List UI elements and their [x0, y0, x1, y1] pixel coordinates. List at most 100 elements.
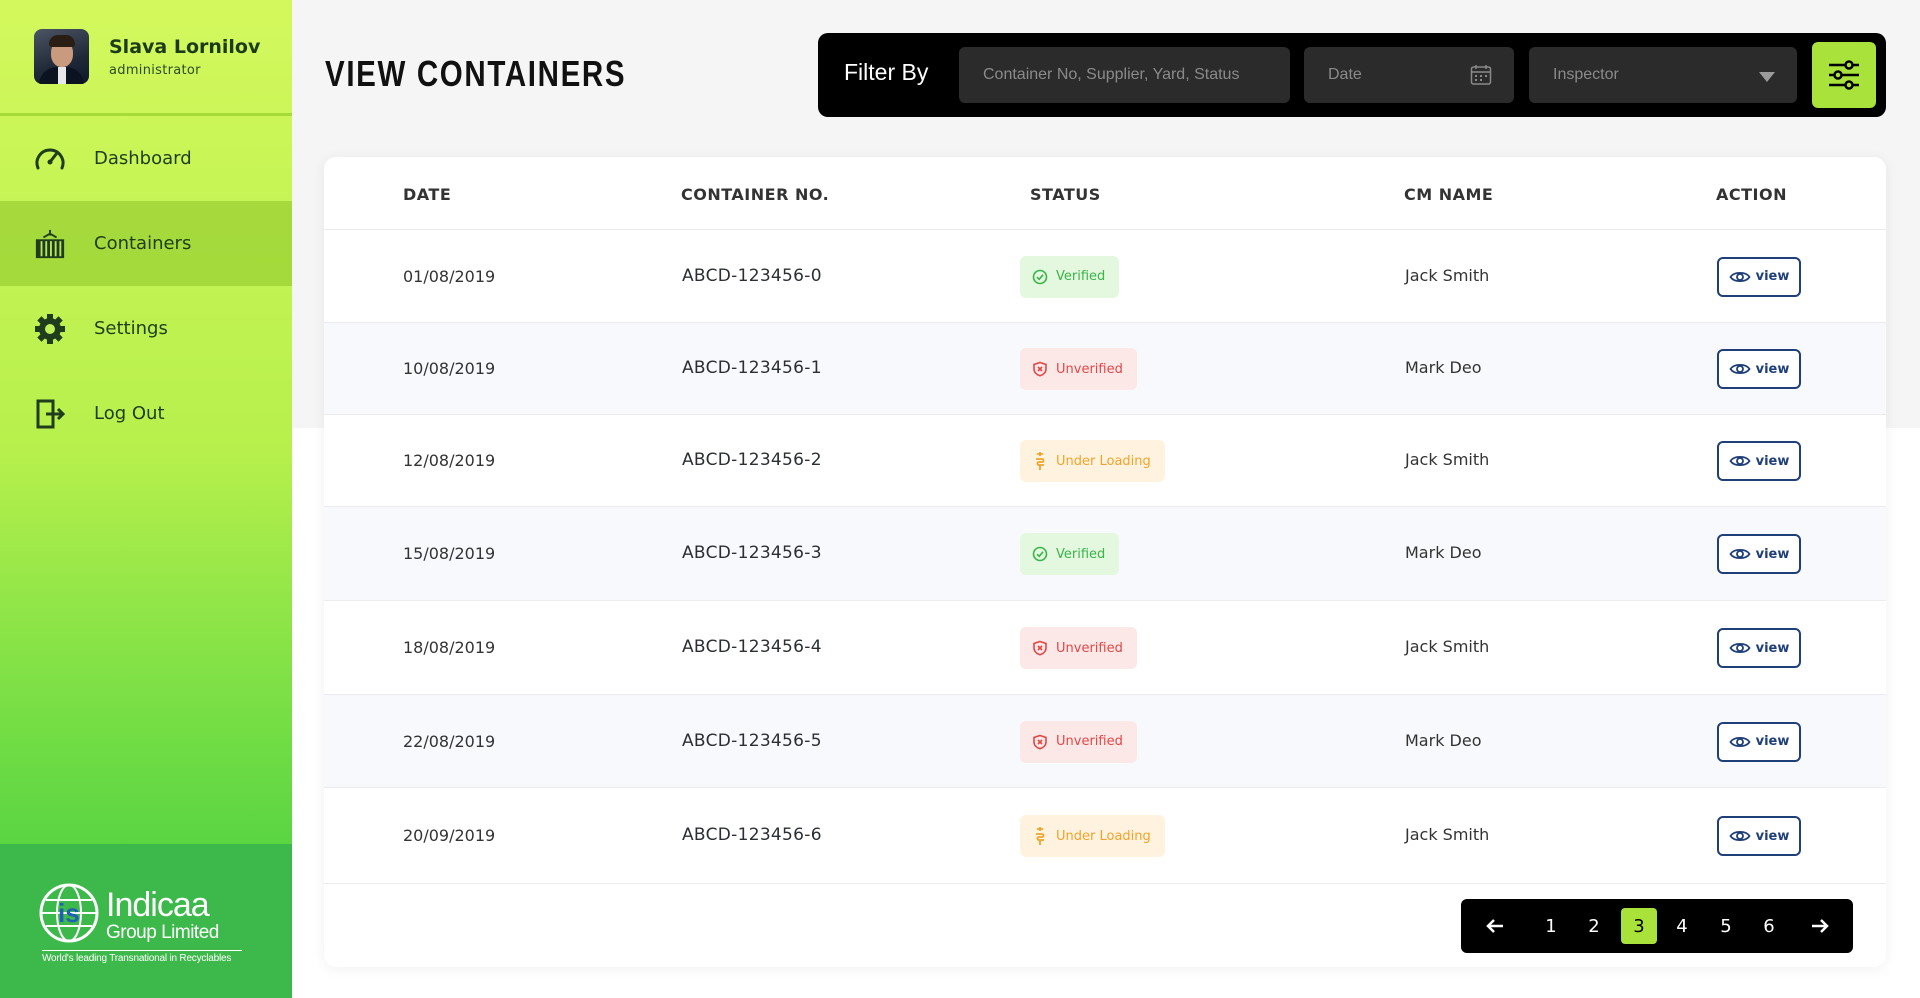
svg-text:is: is — [58, 898, 80, 928]
view-label: view — [1755, 269, 1790, 284]
view-button[interactable]: view — [1717, 534, 1801, 574]
search-input[interactable]: Container No, Supplier, Yard, Status — [959, 47, 1290, 103]
sidebar-item-label: Containers — [94, 233, 192, 254]
cell-date: 18/08/2019 — [403, 638, 496, 657]
table-row: 01/08/2019 ABCD-123456-0 Verified Jack S… — [324, 230, 1886, 323]
speedometer-icon — [34, 143, 66, 175]
cell-cm-name: Jack Smith — [1405, 265, 1490, 285]
table-row: 20/09/2019 ABCD-123456-6 Under Loading J… — [324, 788, 1886, 884]
logout-icon — [34, 398, 66, 430]
eye-icon — [1729, 270, 1751, 284]
table-row: 15/08/2019 ABCD-123456-3 Verified Mark D… — [324, 507, 1886, 601]
cell-container-no: ABCD-123456-4 — [682, 637, 822, 657]
status-badge: Verified — [1020, 533, 1120, 575]
loading-hook-icon — [1032, 451, 1048, 471]
prev-page-button[interactable] — [1477, 908, 1513, 944]
user-profile: Slava Lornilov administrator — [0, 0, 292, 116]
view-button[interactable]: view — [1717, 816, 1801, 856]
cell-container-no: ABCD-123456-0 — [682, 265, 822, 286]
table-row: 12/08/2019 ABCD-123456-2 Under Loading J… — [324, 415, 1886, 507]
view-label: view — [1755, 453, 1790, 469]
cell-cm-name: Mark Deo — [1405, 730, 1482, 750]
cell-cm-name: Jack Smith — [1405, 825, 1490, 844]
cell-date: 15/08/2019 — [403, 544, 496, 563]
view-label: view — [1755, 640, 1790, 656]
table-row: 10/08/2019 ABCD-123456-1 Unverified Mark… — [324, 323, 1886, 415]
container-icon — [34, 228, 66, 260]
sidebar-item-label: Dashboard — [94, 148, 192, 169]
column-header-status: STATUS — [1030, 185, 1101, 204]
page-button-5[interactable]: 5 — [1708, 908, 1744, 944]
page-button-4[interactable]: 4 — [1664, 908, 1700, 944]
containers-table: DATE CONTAINER NO. STATUS CM NAME ACTION… — [324, 157, 1886, 967]
page-title: VIEW CONTAINERS — [325, 53, 627, 94]
table-row: 22/08/2019 ABCD-123456-5 Unverified Mark… — [324, 695, 1886, 788]
view-label: view — [1755, 546, 1790, 562]
user-name: Slava Lornilov — [109, 35, 261, 58]
sliders-icon — [1829, 60, 1859, 90]
chevron-down-icon — [1759, 72, 1775, 82]
shield-x-icon — [1032, 361, 1048, 377]
cell-date: 01/08/2019 — [403, 266, 496, 286]
sidebar-item-containers[interactable]: Containers — [0, 201, 292, 286]
calendar-icon[interactable] — [1470, 64, 1492, 91]
filter-settings-button[interactable] — [1812, 42, 1876, 108]
logo-name: Indicaa — [106, 886, 210, 924]
cell-cm-name: Jack Smith — [1405, 450, 1490, 469]
status-label: Unverified — [1056, 734, 1123, 749]
view-button[interactable]: view — [1717, 628, 1801, 668]
cell-container-no: ABCD-123456-3 — [682, 543, 822, 563]
cell-container-no: ABCD-123456-5 — [682, 730, 822, 751]
logo-tagline: World's leading Transnational in Recycla… — [42, 950, 242, 964]
status-label: Verified — [1056, 269, 1106, 284]
cell-date: 20/09/2019 — [403, 826, 496, 845]
filter-label: Filter By — [844, 59, 929, 85]
inspector-placeholder: Inspector — [1553, 66, 1619, 83]
view-button[interactable]: view — [1717, 441, 1801, 481]
status-label: Unverified — [1056, 361, 1123, 377]
column-header-cm-name: CM NAME — [1404, 185, 1494, 204]
check-circle-icon — [1032, 546, 1048, 562]
status-badge: Unverified — [1020, 348, 1137, 390]
status-badge: Unverified — [1020, 627, 1137, 669]
sidebar-nav: Dashboard Containers Settings Log Out — [0, 116, 292, 456]
globe-logo-icon: is — [39, 883, 99, 943]
cell-container-no: ABCD-123456-6 — [682, 825, 822, 845]
view-label: view — [1755, 828, 1790, 844]
user-role: administrator — [109, 62, 201, 78]
cell-container-no: ABCD-123456-2 — [682, 450, 822, 470]
inspector-select[interactable]: Inspector — [1529, 47, 1797, 103]
sidebar-item-settings[interactable]: Settings — [0, 286, 292, 371]
status-badge: Under Loading — [1020, 815, 1165, 857]
page-button-3[interactable]: 3 — [1621, 908, 1657, 944]
eye-icon — [1729, 547, 1751, 561]
view-button[interactable]: view — [1717, 256, 1801, 297]
avatar — [34, 29, 89, 84]
eye-icon — [1729, 641, 1751, 655]
status-label: Verified — [1056, 546, 1106, 562]
sidebar-item-label: Log Out — [94, 403, 165, 424]
eye-icon — [1729, 362, 1751, 376]
table-row: 18/08/2019 ABCD-123456-4 Unverified Jack… — [324, 601, 1886, 695]
date-placeholder: Date — [1328, 66, 1362, 83]
page-button-2[interactable]: 2 — [1576, 908, 1612, 944]
sidebar-item-logout[interactable]: Log Out — [0, 371, 292, 456]
eye-icon — [1729, 735, 1751, 749]
loading-hook-icon — [1032, 826, 1048, 846]
column-header-action: ACTION — [1716, 185, 1787, 204]
view-button[interactable]: view — [1717, 349, 1801, 389]
page-button-1[interactable]: 1 — [1533, 908, 1569, 944]
date-field[interactable]: Date — [1304, 47, 1514, 103]
cell-date: 22/08/2019 — [403, 731, 496, 751]
filter-bar: Filter By Container No, Supplier, Yard, … — [818, 33, 1886, 117]
page-button-6[interactable]: 6 — [1751, 908, 1787, 944]
view-button[interactable]: view — [1717, 721, 1801, 762]
company-logo: is Indicaa Group Limited World's leading… — [0, 844, 292, 998]
logo-subtitle: Group Limited — [106, 922, 219, 943]
cell-date: 10/08/2019 — [403, 359, 496, 378]
next-page-button[interactable] — [1802, 908, 1838, 944]
cell-cm-name: Mark Deo — [1405, 543, 1482, 562]
column-header-date: DATE — [403, 185, 452, 204]
sidebar-item-dashboard[interactable]: Dashboard — [0, 116, 292, 201]
shield-x-icon — [1032, 640, 1048, 656]
